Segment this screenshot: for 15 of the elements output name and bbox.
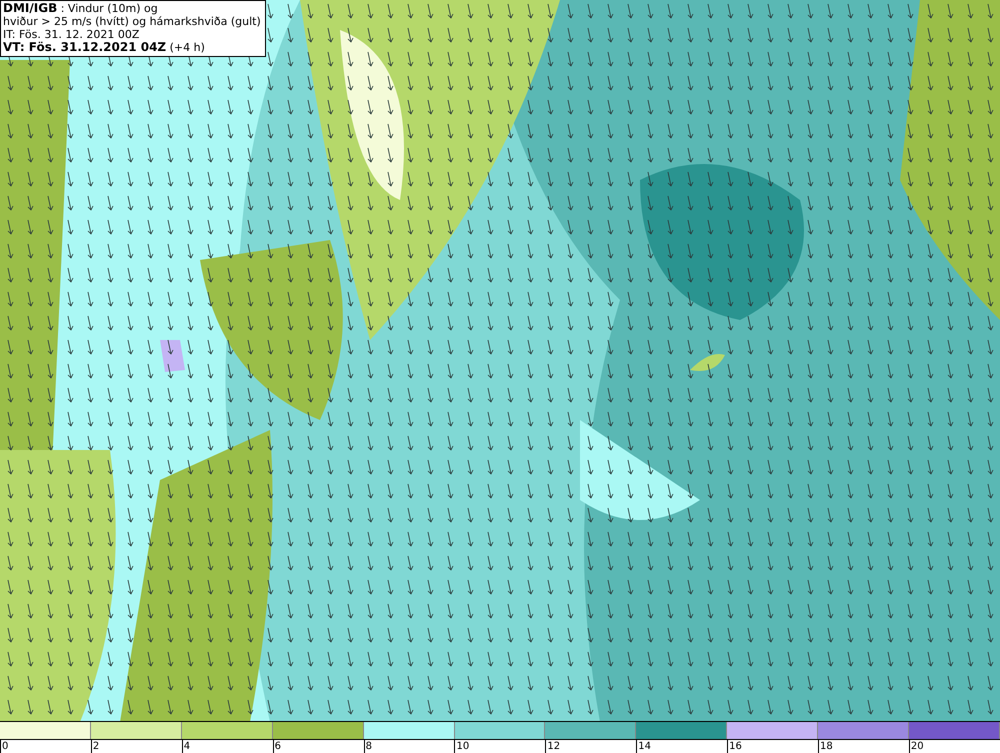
caption-line: IT: Fös. 31. 12. 2021 00Z	[3, 28, 140, 41]
legend-tick-label: 16	[727, 740, 742, 753]
legend-tick-label: 0	[0, 740, 8, 753]
legend-tick-label: 20	[908, 740, 924, 753]
legend-tick-label: 18	[818, 740, 833, 753]
caption-line: hviður > 25 m/s (hvítt) og hámarkshviða (gult)	[3, 15, 261, 28]
caption-line: DMI/IGB : Vindur (10m) og	[3, 2, 159, 15]
legend-tick-label: 6	[272, 740, 282, 753]
caption-line: VT: Fös. 31.12.2021 04Z (+4 h)	[3, 41, 206, 54]
legend-tick-label: 10	[454, 740, 470, 753]
legend-tick-label: 14	[636, 740, 651, 753]
legend-tick-label: 4	[182, 740, 190, 753]
legend-tick-label: 2	[90, 740, 100, 753]
legend-tick-label: 8	[364, 740, 372, 753]
legend-tick-label: 12	[545, 740, 560, 753]
